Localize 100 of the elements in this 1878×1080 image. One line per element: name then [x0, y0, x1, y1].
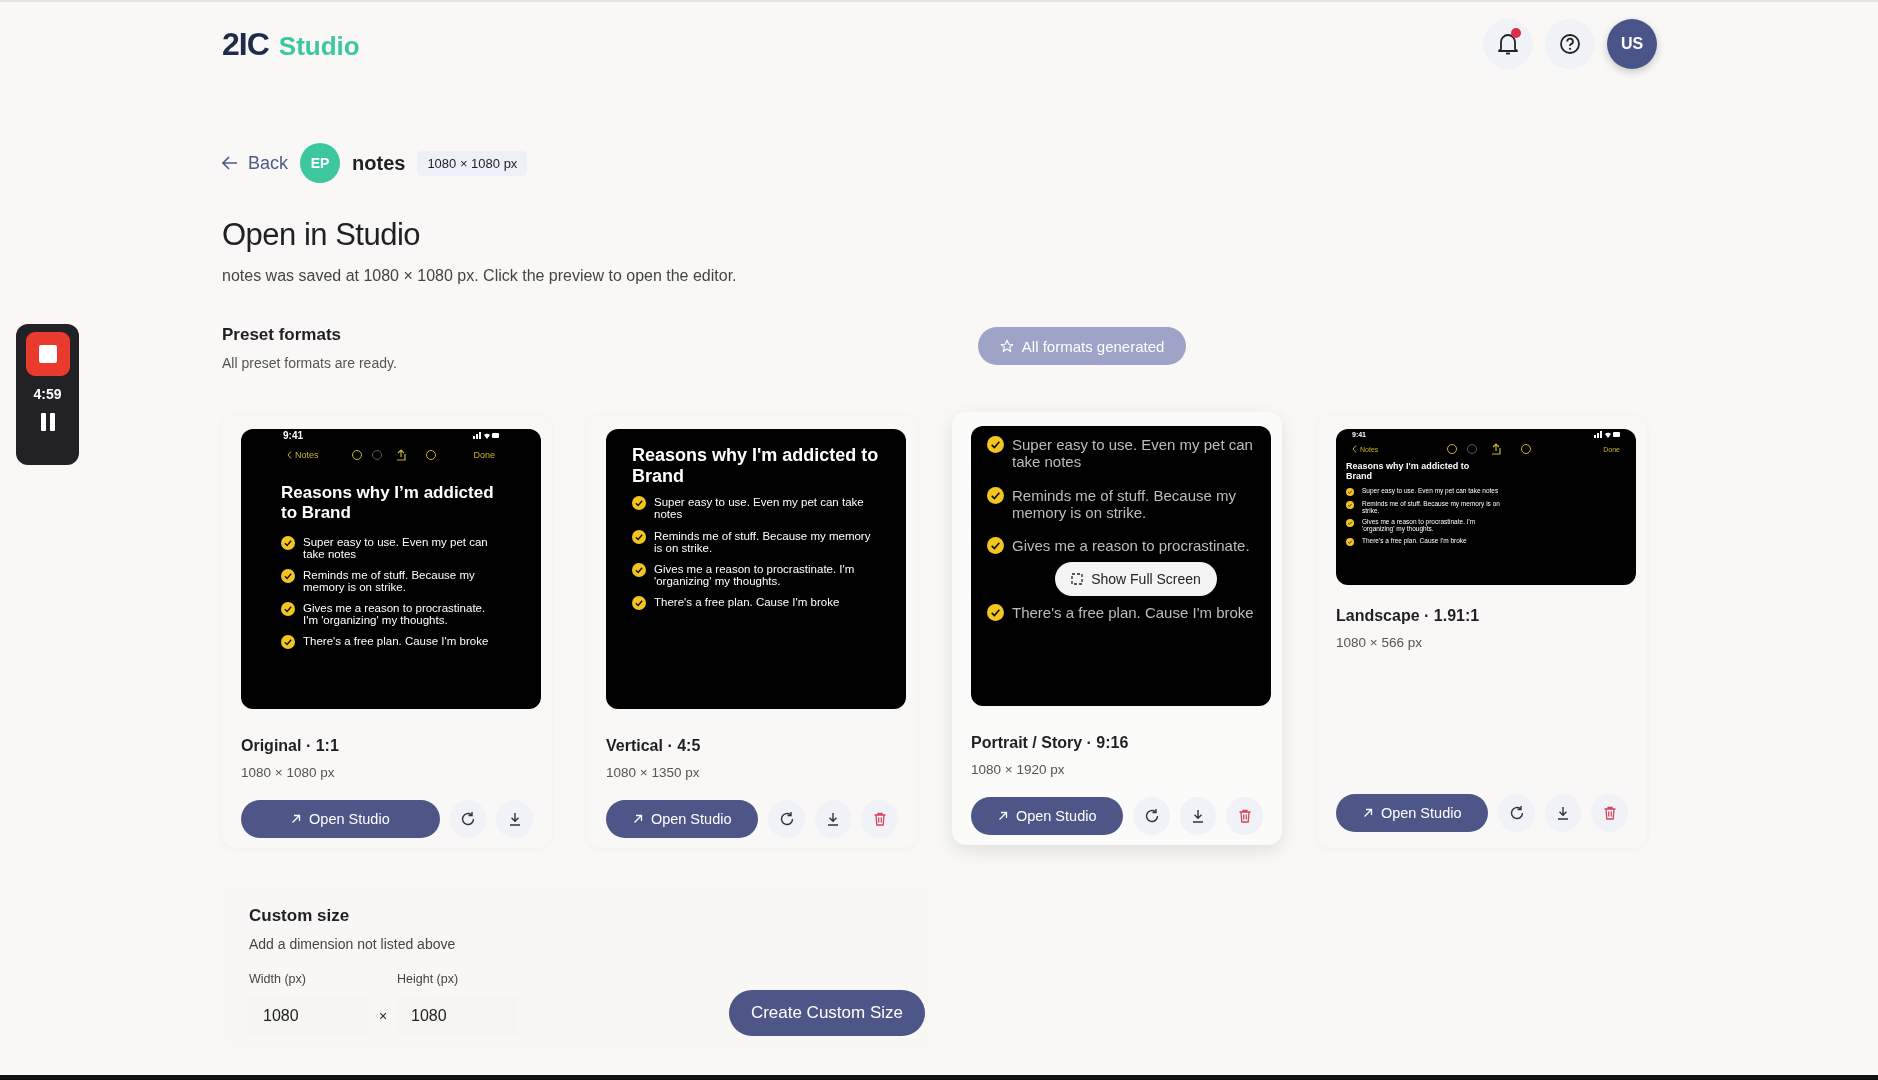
full-screen-button[interactable]: Show Full Screen [1055, 562, 1217, 597]
note-item: Gives me a reason to procrastinate. I'm 'organizing' my thoughts. [303, 602, 487, 627]
notes-back-link: Notes [295, 450, 319, 460]
recording-time: 4:59 [33, 386, 62, 402]
format-title: Landscape · 1.91:1 [1336, 607, 1481, 625]
format-title: Vertical · 4:5 [606, 737, 702, 755]
refresh-button[interactable] [1498, 794, 1535, 832]
help-icon [1559, 33, 1581, 55]
delete-button[interactable] [1226, 797, 1263, 835]
create-button[interactable]: Create Custom Size [728, 990, 925, 1036]
times-sign: × [377, 1008, 389, 1026]
bell-icon [1497, 32, 1519, 56]
note-item: There's a free plan. Cause I'm broke [654, 595, 840, 608]
page-subtitle: notes was saved at 1080 × 1080 px. Click the preview to open the editor. [222, 267, 738, 285]
refresh-button[interactable] [768, 800, 805, 838]
stop-button[interactable] [25, 332, 70, 376]
arrow-icon [291, 814, 302, 824]
project-badge: EP [300, 143, 341, 183]
check-icon [281, 602, 295, 617]
delete-button[interactable] [861, 800, 898, 838]
page-title: Open in Studio [222, 217, 422, 253]
note-heading: Reasons why I'm addicted to Brand [632, 445, 880, 487]
section-subtitle: All preset formats are ready. [222, 355, 397, 371]
pause-icon[interactable] [39, 412, 56, 432]
open-studio-button[interactable]: Open Studio [971, 797, 1124, 835]
refresh-icon [1143, 808, 1160, 824]
preview[interactable] [1336, 429, 1636, 585]
open-studio-button[interactable]: Open Studio [241, 800, 440, 838]
notifications-button[interactable] [1483, 19, 1533, 69]
open-studio-button[interactable]: Open Studio [606, 800, 759, 838]
format-size: 1080 × 1350 px [606, 765, 701, 780]
full-screen-icon [1071, 573, 1084, 586]
logo-text: Studio [278, 30, 360, 62]
download-button[interactable] [496, 800, 533, 838]
note-item: Gives me a reason to procrastinate. [1012, 537, 1250, 555]
check-icon [632, 562, 646, 577]
user-avatar[interactable]: US [1607, 19, 1657, 69]
check-icon [1346, 537, 1354, 546]
format-size: 1080 × 1080 px [241, 765, 336, 780]
note-heading: Reasons why I’m addicted to Brand [280, 483, 495, 523]
refresh-button[interactable] [1133, 797, 1170, 835]
note-heading: Reasons why I'm addicted to Brand [1346, 461, 1471, 482]
format-title: Original · 1:1 [241, 737, 340, 755]
format-size: 1080 × 1920 px [971, 762, 1066, 777]
arrow-icon [632, 814, 643, 824]
format-size: 1080 × 566 px [1336, 635, 1423, 650]
field-label: Width (px) [249, 972, 307, 986]
arrow-icon [997, 811, 1008, 821]
check-icon [632, 496, 646, 511]
note-item: Super easy to use. Even my pet can take notes [1012, 436, 1254, 471]
refresh-icon [1508, 805, 1525, 821]
preview[interactable]: Super easy to use. Even my pet can take notes Reminds me of stuff. Because my memory is on strike. Gives me a reason to procrastinate. Show Full Screen There's a free plan. Cause I'm broke [971, 426, 1271, 706]
note-item: Reminds me of stuff. Because my memory is on strike. [654, 529, 872, 554]
check-icon [1346, 519, 1354, 528]
check-icon [281, 569, 295, 584]
check-icon [987, 486, 1004, 504]
refresh-icon [778, 811, 795, 827]
preview[interactable] [606, 429, 906, 709]
help-button[interactable] [1545, 19, 1595, 69]
section-title: Custom size [249, 906, 351, 926]
back-arrow-icon [222, 156, 238, 170]
notes-done-link: Done [473, 450, 495, 460]
logo-mark: 2IC [222, 25, 269, 63]
status-icons-icon [473, 431, 499, 439]
check-icon [987, 436, 1004, 453]
check-icon [632, 595, 646, 610]
check-icon [1346, 487, 1354, 496]
section-title: Preset formats [222, 325, 343, 345]
size-tag: 1080 × 1080 px [417, 150, 528, 176]
download-button[interactable] [814, 800, 852, 838]
format-title: Portrait / Story · 9:16 [971, 734, 1130, 752]
arrow-icon [1362, 808, 1373, 818]
note-item: Reminds me of stuff. Because my memory is on strike. [1012, 486, 1237, 521]
download-button[interactable] [1544, 794, 1582, 832]
check-icon [632, 529, 646, 544]
section-subtitle: Add a dimension not listed above [249, 936, 457, 952]
download-button[interactable] [1179, 797, 1217, 835]
refresh-icon [460, 811, 477, 827]
check-icon [281, 635, 295, 650]
check-icon [987, 537, 1004, 554]
note-item: There's a free plan. Cause I'm broke [303, 635, 489, 648]
note-item: Super easy to use. Even my pet can take notes [654, 496, 865, 521]
refresh-button[interactable] [449, 800, 487, 838]
field-label: Height (px) [397, 972, 460, 986]
note-item: Super easy to use. Even my pet can take notes [303, 536, 489, 561]
delete-button[interactable] [1591, 794, 1628, 832]
note-item: Gives me a reason to procrastinate. I'm 'organizing' my thoughts. [654, 562, 856, 587]
status-icons-icon [1594, 430, 1620, 438]
check-icon [987, 604, 1004, 622]
check-icon [281, 536, 295, 551]
note-item: There's a free plan. Cause I'm broke [1012, 604, 1254, 622]
star-icon [999, 339, 1014, 353]
project-name: notes [352, 151, 406, 175]
back-link[interactable]: Back [222, 152, 289, 174]
chevron-icon [287, 451, 292, 459]
note-item: Reminds me of stuff. Because my memory is on strike. [303, 569, 476, 594]
check-icon [1346, 500, 1354, 509]
status-time: 9:41 [283, 429, 303, 441]
open-studio-button[interactable]: Open Studio [1336, 794, 1489, 832]
preview[interactable] [241, 429, 541, 709]
